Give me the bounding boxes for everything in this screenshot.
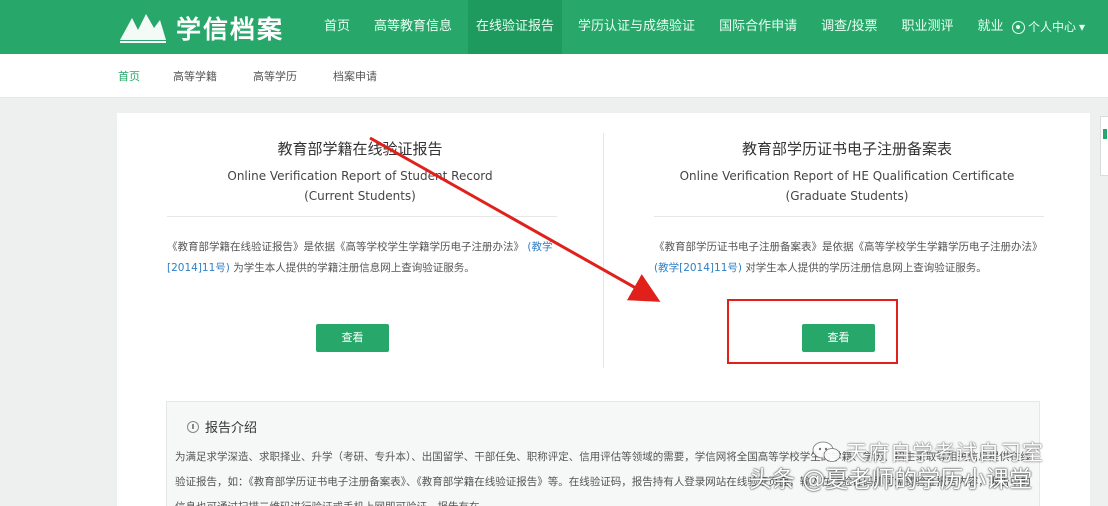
annotation-highlight-box <box>727 299 898 364</box>
card-subtitle-en: Online Verification Report of HE Qualifi… <box>679 169 1015 183</box>
info-icon <box>187 420 199 433</box>
subnav-item-home[interactable]: 首页 <box>118 68 140 84</box>
card-divider <box>167 216 557 217</box>
subnav-item-student-record[interactable]: 高等学籍 <box>173 68 217 84</box>
user-center-label: 个人中心 <box>1028 20 1077 34</box>
card-description-text: 对学生本人提供的学历注册信息网上查询验证服务。 <box>745 262 987 274</box>
nav-item-higher-education-info[interactable]: 高等教育信息 <box>372 0 454 54</box>
card-subtitle-note: (Graduate Students) <box>785 189 909 203</box>
nav-item-international-cooperation[interactable]: 国际合作申请 <box>717 0 799 54</box>
logo-mark-icon <box>120 14 166 43</box>
logo-text: 学信档案 <box>176 15 285 44</box>
subnav-item-degree-record[interactable]: 高等学历 <box>253 68 297 84</box>
card-title: 教育部学历证书电子注册备案表 <box>741 140 952 158</box>
nav-item-career-assessment[interactable]: 职业测评 <box>899 0 955 54</box>
card-description: 《教育部学籍在线验证报告》是依据《高等学校学生学籍学历电子注册办法》 (教学[2… <box>167 237 562 279</box>
card-description-text: 《教育部学籍在线验证报告》是依据《高等学校学生学籍学历电子注册办法》 <box>167 241 524 253</box>
card-subtitle-en: Online Verification Report of Student Re… <box>227 169 493 183</box>
nav-item-online-verification-report[interactable]: 在线验证报告 <box>468 0 563 54</box>
main-nav: 首页 高等教育信息 在线验证报告 学历认证与成绩验证 国际合作申请 调查/投票 … <box>322 0 1026 54</box>
side-feedback-tab[interactable] <box>1100 116 1108 176</box>
user-center-menu[interactable]: 个人中心 ▾ <box>1012 0 1085 54</box>
nav-item-degree-certification[interactable]: 学历认证与成绩验证 <box>576 0 697 54</box>
top-navigation-bar: 学信档案 首页 高等教育信息 在线验证报告 学历认证与成绩验证 国际合作申请 调… <box>0 0 1108 54</box>
card-description: 《教育部学历证书电子注册备案表》是依据《高等学校学生学籍学历电子注册办法》 (教… <box>654 237 1049 279</box>
intro-title: 报告介绍 <box>205 421 258 436</box>
nav-item-employment[interactable]: 就业 <box>975 0 1005 54</box>
card-subtitle-note: (Current Students) <box>304 189 416 203</box>
card-title: 教育部学籍在线验证报告 <box>277 140 443 158</box>
regulation-link[interactable]: (教学[2014]11号) <box>654 262 742 274</box>
view-student-record-button[interactable]: 查看 <box>316 324 389 352</box>
watermark-toutiao: 头条 @夏老师的学历小课堂 <box>749 467 1033 493</box>
user-icon <box>1012 20 1025 34</box>
site-logo[interactable]: 学信档案 <box>118 10 284 46</box>
intro-heading: 报告介绍 <box>187 417 257 436</box>
card-divider <box>654 216 1044 217</box>
nav-item-survey-vote[interactable]: 调查/投票 <box>819 0 879 54</box>
caret-down-icon: ▾ <box>1079 20 1086 34</box>
nav-item-home[interactable]: 首页 <box>322 0 352 54</box>
card-description-text: 《教育部学历证书电子注册备案表》是依据《高等学校学生学籍学历电子注册办法》 <box>654 241 1043 253</box>
card-description-text: 为学生本人提供的学籍注册信息网上查询验证服务。 <box>233 262 475 274</box>
student-record-card: 教育部学籍在线验证报告 Online Verification Report o… <box>117 113 603 378</box>
subnav-item-archive-application[interactable]: 档案申请 <box>333 68 377 84</box>
sub-navigation: 首页 高等学籍 高等学历 档案申请 <box>0 54 1108 98</box>
